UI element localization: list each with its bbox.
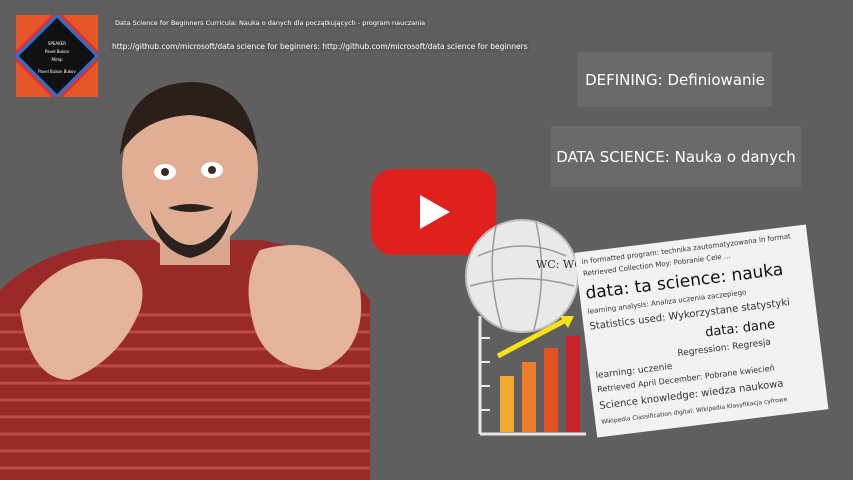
logo-line-2: Pavel Bukov [44, 49, 70, 54]
repo-url[interactable]: http://github.com/microsoft/data science… [110, 41, 530, 52]
play-icon [420, 195, 450, 229]
video-title: Data Science for Beginners Curricula: Na… [113, 18, 428, 28]
logo-line-1: SPEAKER [47, 41, 67, 46]
term-defining: DEFINING: Definiowanie [578, 52, 772, 107]
term-data-science: DATA SCIENCE: Nauka o danych [551, 126, 801, 187]
word-cloud: in formatted program: technika zautomaty… [574, 224, 829, 438]
presenter-image [0, 82, 370, 480]
bar-chart-icon [478, 316, 586, 436]
wordcloud-line: Regression: Regresja [677, 337, 772, 360]
wordcloud-line: data: dane [704, 317, 776, 341]
